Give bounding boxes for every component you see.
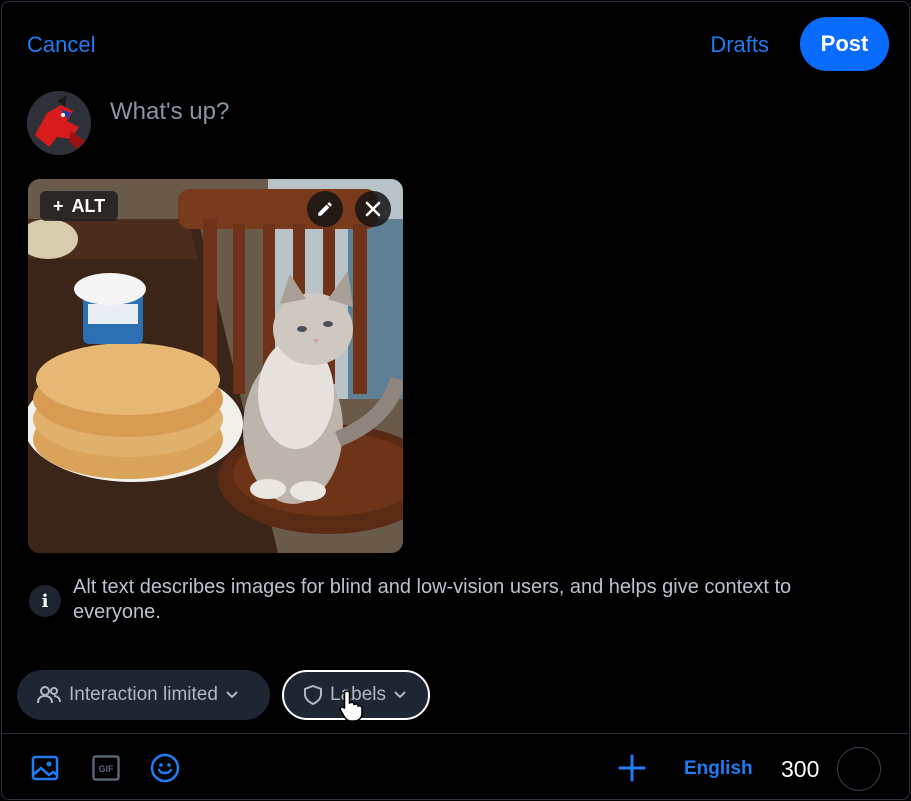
emoji-icon — [150, 753, 180, 783]
alt-label: ALT — [71, 195, 106, 216]
add-post-button[interactable] — [616, 752, 648, 784]
language-selector[interactable]: English — [684, 758, 753, 780]
cancel-button[interactable]: Cancel — [27, 32, 95, 58]
cat-pancakes-photo — [28, 179, 403, 553]
post-composer: Cancel Drafts Post What's up? + ALT i Al… — [1, 1, 910, 800]
character-count: 300 — [781, 756, 820, 782]
edit-image-button[interactable] — [307, 191, 343, 227]
post-text-input[interactable]: What's up? — [110, 98, 229, 126]
alt-text-hint: Alt text describes images for blind and … — [73, 576, 792, 623]
avatar — [27, 91, 91, 155]
hand-cursor-icon — [339, 690, 363, 722]
chevron-down-icon — [394, 691, 406, 699]
add-image-button[interactable] — [29, 752, 61, 784]
interaction-label: Interaction limited — [69, 684, 218, 705]
attached-image: + ALT — [28, 179, 403, 553]
image-icon — [31, 755, 59, 781]
close-icon — [365, 201, 381, 217]
character-progress-ring — [837, 747, 881, 791]
post-button[interactable]: Post — [800, 17, 889, 71]
plus-icon: + — [53, 195, 64, 216]
emoji-button[interactable] — [149, 752, 181, 784]
add-alt-text-button[interactable]: + ALT — [40, 191, 119, 221]
remove-image-button[interactable] — [355, 191, 391, 227]
gif-icon: GIF — [92, 755, 120, 781]
info-icon: i — [29, 585, 61, 617]
interaction-settings-button[interactable]: Interaction limited — [17, 670, 270, 720]
people-icon — [37, 686, 61, 704]
shield-icon — [304, 685, 322, 705]
svg-text:GIF: GIF — [99, 764, 115, 774]
plus-icon — [618, 754, 646, 782]
chevron-down-icon — [226, 691, 238, 699]
toolbar-divider — [2, 733, 909, 734]
pencil-icon — [318, 202, 332, 216]
add-gif-button[interactable]: GIF — [90, 752, 122, 784]
drafts-button[interactable]: Drafts — [710, 32, 769, 58]
